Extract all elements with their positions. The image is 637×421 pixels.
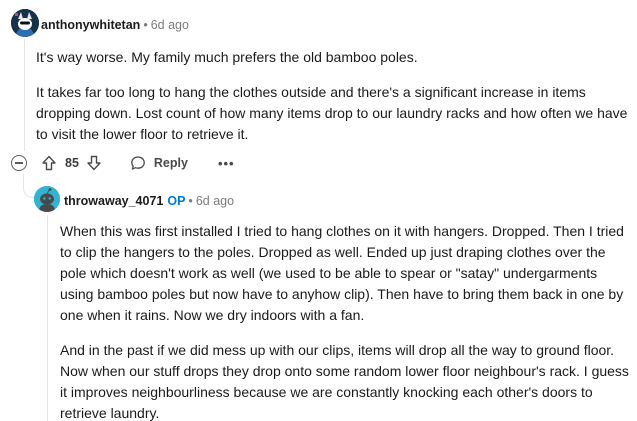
comment-paragraph: It's way worse. My family much prefers t…	[36, 49, 418, 65]
thread-connector	[23, 174, 35, 198]
collapse-thread-icon[interactable]	[11, 155, 27, 171]
reply-label: Reply	[153, 156, 188, 170]
comment-paragraph: It takes far too long to hang the clothe…	[36, 84, 628, 142]
header-separator: •	[143, 18, 148, 32]
snoo-avatar-icon	[34, 186, 60, 212]
snoo-avatar-icon	[11, 9, 39, 37]
reply-header: throwaway_4071 OP • 6d ago	[64, 193, 234, 209]
comment-body: It's way worse. My family much prefers t…	[36, 47, 631, 159]
reply-timestamp[interactable]: 6d ago	[196, 194, 234, 208]
reply-paragraph: And in the past if we did mess up with o…	[60, 342, 629, 421]
more-options-button[interactable]: •••	[218, 156, 235, 171]
downvote-arrow-icon[interactable]	[86, 155, 102, 171]
reply-body: When this was first installed I tried to…	[60, 221, 632, 421]
comment-thread: anthonywhitetan • 6d ago It's way worse. M…	[0, 0, 637, 421]
reply-thread-line[interactable]	[47, 215, 48, 421]
thread-line[interactable]	[24, 39, 25, 151]
reply-button[interactable]: Reply	[130, 155, 188, 171]
comment-bubble-icon	[131, 156, 145, 170]
comment-timestamp[interactable]: 6d ago	[151, 18, 189, 32]
vote-count: 85	[65, 156, 79, 170]
upvote-arrow-icon[interactable]	[41, 155, 57, 171]
user-avatar[interactable]	[11, 9, 39, 37]
comment-username[interactable]: anthonywhitetan	[41, 18, 140, 32]
header-separator: •	[188, 194, 193, 208]
comment-header: anthonywhitetan • 6d ago	[41, 17, 189, 33]
reply-username[interactable]: throwaway_4071	[64, 194, 163, 208]
comment-action-bar: 85 Reply •••	[11, 152, 235, 174]
reply-user-avatar[interactable]	[34, 186, 60, 212]
reply-paragraph: When this was first installed I tried to…	[60, 223, 624, 323]
op-badge: OP	[167, 194, 186, 208]
